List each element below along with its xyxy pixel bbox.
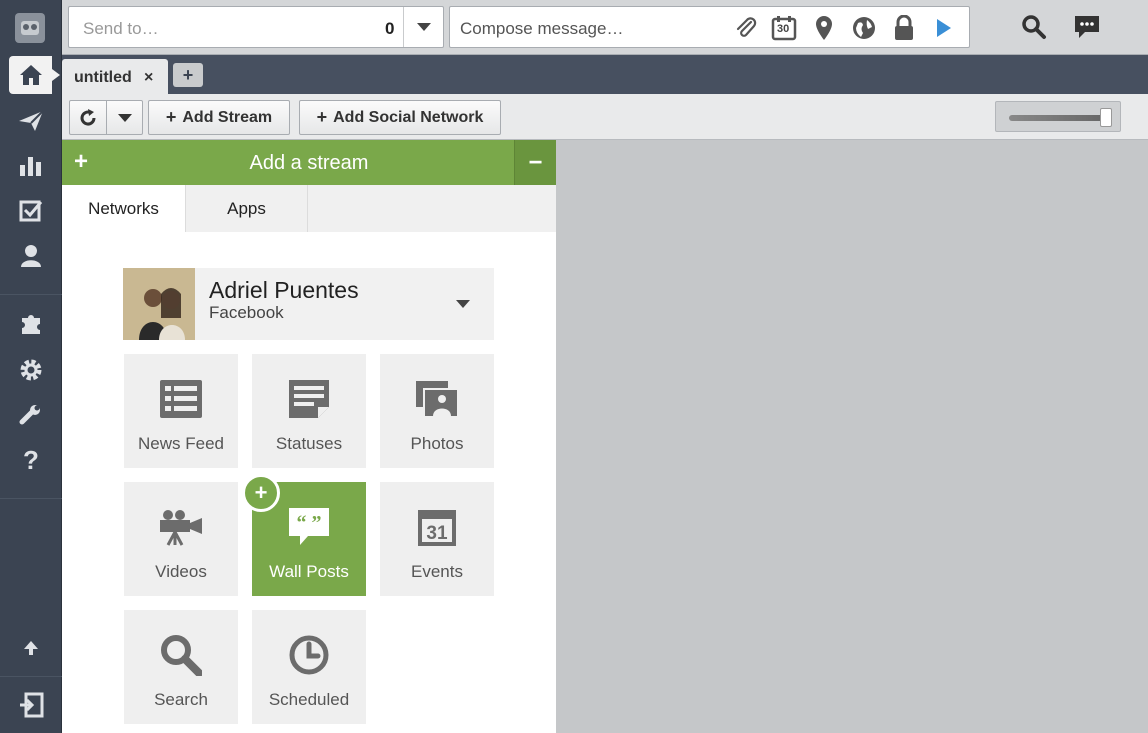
events-day-label: 31 xyxy=(426,523,448,544)
apps-icon[interactable] xyxy=(0,302,62,346)
globe-icon[interactable] xyxy=(850,14,878,42)
account-network: Facebook xyxy=(209,303,284,322)
videos-icon xyxy=(158,502,204,552)
tools-icon[interactable] xyxy=(0,393,62,437)
toolbar: + Add Stream + Add Social Network xyxy=(62,94,1148,140)
column-width-slider[interactable] xyxy=(995,101,1121,132)
attach-icon[interactable] xyxy=(732,14,760,42)
left-nav-rail: ? xyxy=(0,0,62,733)
compose-field[interactable]: Compose message… 30 xyxy=(449,6,970,48)
send-to-field[interactable]: Send to… 0 xyxy=(68,6,444,48)
stream-tile-statuses[interactable]: Statuses xyxy=(252,354,366,468)
privacy-lock-icon[interactable] xyxy=(890,14,918,42)
tab-networks[interactable]: Networks xyxy=(62,185,186,232)
stream-tile-news-feed[interactable]: News Feed xyxy=(124,354,238,468)
top-bar: Send to… 0 Compose message… 30 xyxy=(62,0,1148,55)
account-selector[interactable]: Adriel Puentes Facebook xyxy=(123,268,494,340)
tile-label: News Feed xyxy=(138,434,224,453)
tab-bar: untitled × + xyxy=(62,55,1148,94)
plus-icon: + xyxy=(165,107,177,127)
panel-tabs: Networks Apps xyxy=(62,185,556,232)
account-name: Adriel Puentes xyxy=(209,277,359,303)
send-to-placeholder: Send to… xyxy=(83,19,159,38)
minimize-button[interactable]: − xyxy=(514,140,556,185)
search-icon[interactable] xyxy=(1020,13,1048,41)
analytics-icon[interactable] xyxy=(0,144,62,188)
send-to-count: 0 xyxy=(385,19,395,38)
panel-title: Add a stream xyxy=(249,152,369,174)
settings-icon[interactable] xyxy=(0,348,62,392)
stream-tile-events[interactable]: 31 Events xyxy=(380,482,494,596)
rail-divider xyxy=(0,294,62,295)
send-icon[interactable] xyxy=(0,99,62,143)
tile-label: Statuses xyxy=(275,434,343,453)
tile-label: Photos xyxy=(410,434,464,453)
add-stream-panel: + Add a stream − Networks Apps Adriel Pu… xyxy=(62,140,556,733)
add-social-network-button[interactable]: + Add Social Network xyxy=(299,100,501,135)
tile-label: Wall Posts xyxy=(269,562,349,581)
tile-label: Search xyxy=(154,690,208,709)
tile-label: Scheduled xyxy=(268,690,350,709)
upload-icon[interactable] xyxy=(0,626,62,670)
chevron-down-icon xyxy=(456,300,470,308)
news-feed-icon xyxy=(159,374,203,424)
tab-apps[interactable]: Apps xyxy=(186,185,308,232)
tab-untitled[interactable]: untitled × xyxy=(62,59,168,94)
add-tab-button[interactable]: + xyxy=(173,63,203,87)
owl-logo-icon[interactable] xyxy=(15,13,45,43)
slider-track xyxy=(1009,115,1107,121)
stream-tile-photos[interactable]: Photos xyxy=(380,354,494,468)
stream-tile-videos[interactable]: Videos xyxy=(124,482,238,596)
svg-text:“ ”: “ ” xyxy=(297,512,322,534)
refresh-button[interactable] xyxy=(69,100,107,135)
statuses-icon xyxy=(288,374,330,424)
scheduled-icon xyxy=(288,630,330,680)
wall-posts-icon: “ ” xyxy=(288,502,330,552)
calendar-day-label: 30 xyxy=(777,23,790,35)
rail-divider xyxy=(0,676,62,677)
add-stream-button[interactable]: + Add Stream xyxy=(148,100,290,135)
contacts-icon[interactable] xyxy=(0,234,62,278)
stream-tile-scheduled[interactable]: Scheduled xyxy=(252,610,366,724)
chevron-down-icon xyxy=(117,113,132,122)
refresh-options-button[interactable] xyxy=(106,100,143,135)
tab-label: untitled xyxy=(74,69,132,86)
location-pin-icon[interactable] xyxy=(810,14,838,42)
photos-icon xyxy=(415,374,459,424)
events-icon: 31 xyxy=(417,502,457,552)
plus-icon: + xyxy=(316,107,328,127)
compose-placeholder: Compose message… xyxy=(460,19,624,38)
tile-label: Videos xyxy=(155,562,207,581)
tile-label: Events xyxy=(411,562,463,581)
close-tab-icon[interactable]: × xyxy=(144,69,153,87)
panel-header: + Add a stream − xyxy=(62,140,556,185)
add-stream-label: Add Stream xyxy=(182,108,273,126)
rail-divider xyxy=(0,498,62,499)
stream-tile-search[interactable]: Search xyxy=(124,610,238,724)
chat-icon[interactable] xyxy=(1072,13,1102,41)
send-play-icon[interactable] xyxy=(930,14,958,42)
chevron-down-icon xyxy=(416,23,431,31)
home-icon[interactable] xyxy=(9,56,60,94)
search-icon xyxy=(160,630,202,680)
refresh-icon xyxy=(80,108,96,126)
avatar xyxy=(123,268,195,340)
add-badge-icon: + xyxy=(242,474,280,512)
logout-icon[interactable] xyxy=(0,683,62,727)
assignments-icon[interactable] xyxy=(0,189,62,233)
profile-dropdown-button[interactable] xyxy=(403,7,443,47)
slider-handle[interactable] xyxy=(1100,108,1112,127)
schedule-calendar-icon[interactable]: 30 xyxy=(770,14,798,42)
add-social-network-label: Add Social Network xyxy=(333,108,484,126)
help-icon[interactable]: ? xyxy=(0,438,62,482)
empty-stream-area xyxy=(556,140,1148,733)
